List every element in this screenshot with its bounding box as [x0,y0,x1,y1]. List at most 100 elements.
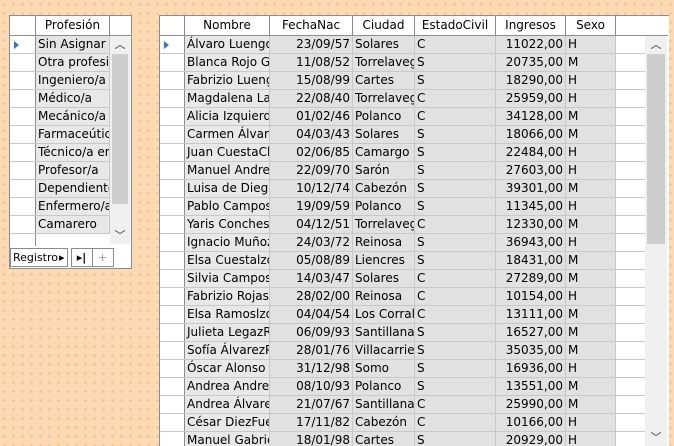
income-cell[interactable]: 25959,00 [496,90,566,107]
row-indicator[interactable] [160,180,185,197]
row-indicator[interactable] [160,108,185,125]
marital-status-cell[interactable]: S [415,360,496,377]
list-item[interactable]: Camarero [10,216,110,234]
column-header[interactable]: Ciudad [353,16,415,35]
row-indicator[interactable] [160,288,185,305]
name-cell[interactable]: Ignacio Muñoz [185,234,270,251]
row-indicator[interactable] [160,396,185,413]
marital-status-cell[interactable]: S [415,126,496,143]
birthdate-cell[interactable]: 08/10/93 [270,378,353,395]
income-cell[interactable]: 13551,00 [496,378,566,395]
row-indicator[interactable] [160,252,185,269]
row-indicator[interactable] [10,90,36,107]
name-cell[interactable]: Manuel Gabriel [185,432,270,446]
row-indicator[interactable] [160,144,185,161]
birthdate-cell[interactable]: 28/01/76 [270,342,353,359]
name-cell[interactable]: Álvaro Luengo [185,36,270,53]
row-indicator[interactable] [160,126,185,143]
income-cell[interactable]: 13111,00 [496,306,566,323]
city-cell[interactable]: Cartes [353,72,415,89]
list-item[interactable]: Enfermero/a [10,198,110,216]
scroll-down-icon[interactable]: ﹀ [110,227,130,244]
income-cell[interactable]: 18431,00 [496,252,566,269]
new-record-button[interactable]: + [92,248,114,267]
income-cell[interactable]: 12330,00 [496,216,566,233]
name-cell[interactable]: Manuel Andrei [185,162,270,179]
people-grid-vscrollbar[interactable]: ︿ ﹀ [645,36,667,446]
sex-cell[interactable]: M [566,396,616,413]
profession-grid[interactable]: Profesión Sin Asignar Otra profesió Ingeni… [9,15,132,269]
sex-cell[interactable]: H [566,90,616,107]
table-row[interactable]: Álvaro Luengo 23/09/57 Solares C 11022,00 H [160,36,645,54]
table-row[interactable]: Julieta LegazRa 06/09/93 Santillana S 16527,… [160,324,645,342]
city-cell[interactable]: Cabezón [353,180,415,197]
marital-status-cell[interactable]: S [415,144,496,161]
next-record-icon[interactable]: ▸ [59,249,65,266]
profession-cell[interactable]: Sin Asignar [36,36,110,53]
row-indicator[interactable] [160,198,185,215]
column-header[interactable]: Ingresos [496,16,566,35]
marital-status-cell[interactable]: C [415,414,496,431]
sex-cell[interactable]: H [566,360,616,377]
income-cell[interactable]: 20929,00 [496,432,566,446]
table-row[interactable]: Luisa de Diego 10/12/74 Cabezón S 39301,00 M [160,180,645,198]
row-indicator[interactable] [160,54,185,71]
name-cell[interactable]: Elsa Cuestalzqu [185,252,270,269]
row-indicator[interactable] [160,378,185,395]
sex-cell[interactable]: M [566,342,616,359]
profession-cell[interactable]: Mecánico/a [36,108,110,125]
list-item[interactable]: Dependiente/ [10,180,110,198]
marital-status-cell[interactable]: S [415,432,496,446]
city-cell[interactable]: Reinosa [353,234,415,251]
sex-cell[interactable]: M [566,324,616,341]
list-item[interactable]: Profesor/a [10,162,110,180]
marital-status-cell[interactable]: S [415,342,496,359]
name-cell[interactable]: César DiezFuen [185,414,270,431]
marital-status-cell[interactable]: S [415,234,496,251]
city-cell[interactable]: Solares [353,36,415,53]
birthdate-cell[interactable]: 01/02/46 [270,108,353,125]
sex-cell[interactable]: M [566,306,616,323]
row-indicator[interactable] [10,108,36,125]
column-header-profesion[interactable]: Profesión [36,16,110,35]
city-cell[interactable]: Cabezón [353,414,415,431]
profession-cell[interactable]: Dependiente/ [36,180,110,197]
name-cell[interactable]: Fabrizio Rojas A [185,288,270,305]
name-cell[interactable]: Luisa de Diego [185,180,270,197]
birthdate-cell[interactable]: 11/08/52 [270,54,353,71]
marital-status-cell[interactable]: C [415,90,496,107]
table-row[interactable]: Magdalena Lan22/08/40TorrelavegaC25959,0… [160,90,645,108]
sex-cell[interactable]: M [566,126,616,143]
table-row[interactable]: César DiezFuen17/11/82CabezónC10166,00H [160,414,645,432]
name-cell[interactable]: Sofía ÁlvarezPe [185,342,270,359]
sex-cell[interactable]: M [566,108,616,125]
scroll-thumb[interactable] [112,54,128,204]
city-cell[interactable]: Polanco [353,378,415,395]
scroll-thumb[interactable] [647,54,665,244]
income-cell[interactable]: 39301,00 [496,180,566,197]
birthdate-cell[interactable]: 04/03/43 [270,126,353,143]
row-indicator[interactable] [10,216,36,233]
name-cell[interactable]: Pablo CamposJ [185,198,270,215]
name-cell[interactable]: Andrea Andrei [185,378,270,395]
birthdate-cell[interactable]: 22/09/70 [270,162,353,179]
marital-status-cell[interactable]: S [415,378,496,395]
sex-cell[interactable]: M [566,180,616,197]
last-record-button[interactable]: ▸| [70,248,93,267]
city-cell[interactable]: Liencres [353,252,415,269]
marital-status-cell[interactable]: S [415,198,496,215]
table-row[interactable]: Fabrizio Rojas A28/02/00ReinosaC10154,00… [160,288,645,306]
people-grid[interactable]: Nombre FechaNac Ciudad EstadoCivil Ingresos S… [159,15,669,446]
sex-cell[interactable]: M [566,378,616,395]
name-cell[interactable]: Julieta LegazRa [185,324,270,341]
marital-status-cell[interactable]: C [415,270,496,287]
birthdate-cell[interactable]: 17/11/82 [270,414,353,431]
birthdate-cell[interactable]: 19/09/59 [270,198,353,215]
name-cell[interactable]: Silvia CamposM [185,270,270,287]
row-indicator[interactable] [160,72,185,89]
income-cell[interactable]: 27603,00 [496,162,566,179]
birthdate-cell[interactable]: 10/12/74 [270,180,353,197]
row-indicator[interactable] [10,54,36,71]
sex-cell[interactable]: H [566,432,616,446]
profession-cell[interactable]: Otra profesió [36,54,110,71]
